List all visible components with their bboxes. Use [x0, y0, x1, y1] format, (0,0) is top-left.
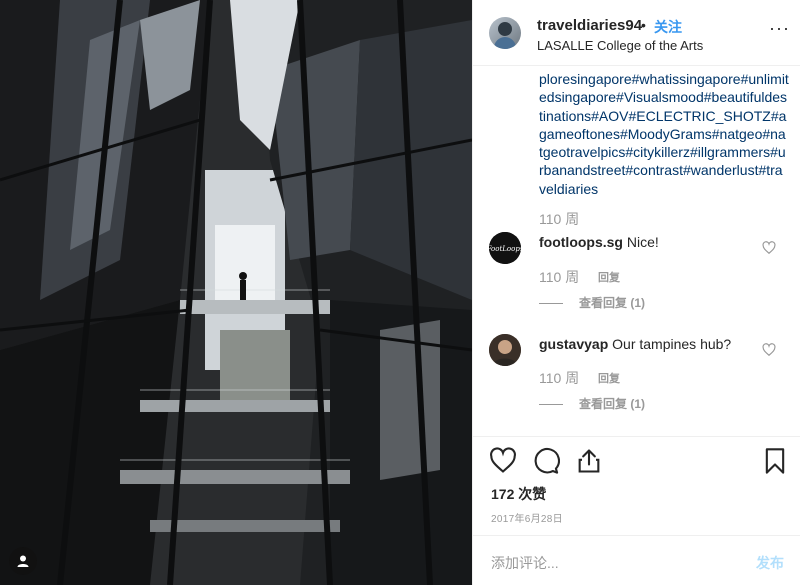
bookmark-icon[interactable]	[761, 447, 789, 475]
view-replies-button[interactable]: 查看回复 (1)	[539, 294, 645, 311]
comment-icon[interactable]	[532, 447, 560, 475]
comment-text: footloops.sg Nice!	[539, 234, 659, 250]
post-date[interactable]: 2017年6月28日	[491, 510, 563, 525]
reply-button[interactable]: 回复	[598, 370, 620, 386]
share-icon[interactable]	[575, 447, 603, 475]
reply-button[interactable]: 回复	[598, 269, 620, 285]
heart-icon[interactable]	[762, 241, 776, 255]
view-replies-label: 查看回复 (1)	[579, 296, 646, 310]
comment-username[interactable]: footloops.sg	[539, 234, 623, 250]
location-link[interactable]: LASALLE College of the Arts	[537, 38, 703, 53]
action-bar	[473, 436, 800, 484]
likes-count[interactable]: 172 次赞	[491, 484, 546, 504]
caption-time[interactable]: 110 周	[539, 209, 579, 229]
username-link[interactable]: traveldiaries94	[537, 17, 642, 34]
avatar-logo-text: FootLoops	[489, 245, 521, 253]
heart-icon[interactable]	[762, 343, 776, 357]
comment-input[interactable]: 添加评论...	[491, 553, 559, 573]
heart-icon[interactable]	[489, 447, 517, 475]
post-photo[interactable]	[0, 0, 472, 585]
comment-body: Our tampines hub?	[612, 336, 732, 352]
comment-time[interactable]: 110 周	[539, 267, 579, 287]
tagged-user-icon[interactable]	[9, 547, 37, 575]
separator-dot: •	[641, 17, 646, 33]
comment-username[interactable]: gustavyap	[539, 336, 608, 352]
caption-hashtags[interactable]: ploresingapore#whatissingapore#unlimited…	[539, 70, 789, 198]
architecture-photo	[0, 0, 472, 585]
post-comment-button[interactable]: 发布	[756, 553, 784, 573]
follow-button[interactable]: 关注	[654, 17, 682, 37]
post-header: traveldiaries94 • 关注 LASALLE College of …	[473, 0, 800, 66]
view-replies-button[interactable]: 查看回复 (1)	[539, 395, 645, 412]
view-replies-label: 查看回复 (1)	[579, 397, 646, 411]
avatar[interactable]: FootLoops	[489, 232, 521, 264]
comment-time[interactable]: 110 周	[539, 368, 579, 388]
comment-text: gustavyap Our tampines hub?	[539, 336, 731, 352]
divider-line	[539, 303, 563, 305]
avatar[interactable]	[489, 334, 521, 366]
post-sidebar: traveldiaries94 • 关注 LASALLE College of …	[472, 0, 800, 585]
avatar[interactable]	[489, 17, 521, 49]
add-comment-bar: 添加评论... 发布	[473, 535, 800, 585]
divider-line	[539, 404, 563, 406]
more-options-icon[interactable]: ···	[769, 19, 789, 42]
comments-list[interactable]: ploresingapore#whatissingapore#unlimited…	[473, 66, 800, 436]
comment-body: Nice!	[626, 234, 659, 250]
